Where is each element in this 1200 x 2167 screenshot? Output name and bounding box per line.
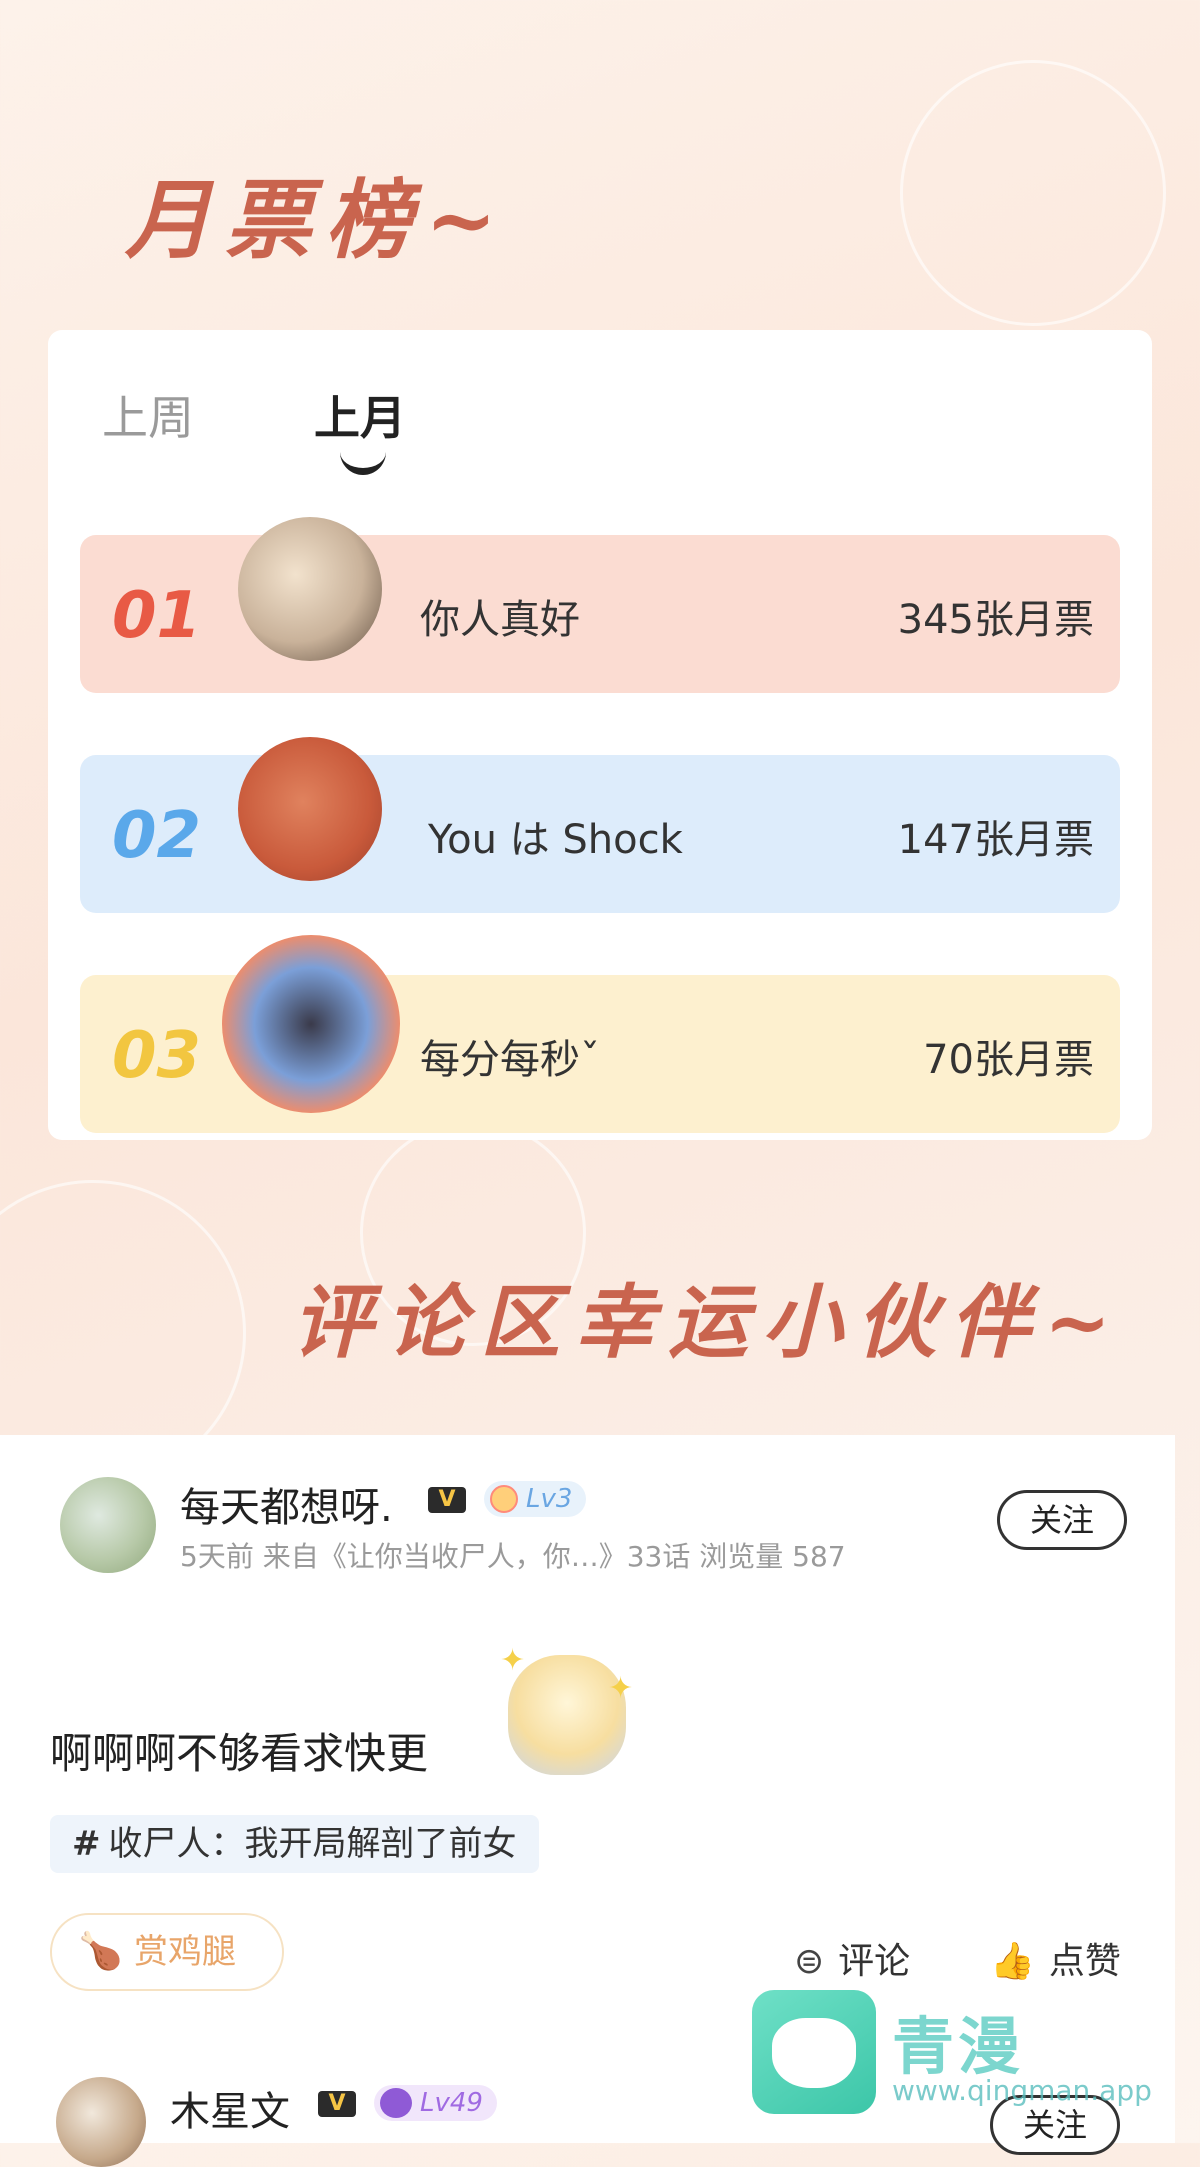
rank-number: 03 bbox=[112, 1019, 202, 1093]
level-badge: Lv3 bbox=[484, 1481, 587, 1517]
rank-vote-count: 147张月票 bbox=[897, 817, 1094, 863]
active-tab-indicator bbox=[340, 448, 386, 475]
hashtag-icon: # bbox=[72, 1824, 101, 1864]
comment-button[interactable]: ⊜ 评论 bbox=[794, 1932, 910, 1984]
watermelon-icon bbox=[490, 1485, 518, 1513]
post-username[interactable]: 每天都想呀. bbox=[180, 1475, 393, 1533]
avatar[interactable] bbox=[222, 935, 400, 1113]
avatar[interactable] bbox=[60, 1477, 156, 1573]
watermark: 青漫 www.qingman.app bbox=[752, 1990, 1172, 2118]
ninja-icon bbox=[380, 2088, 412, 2118]
watermark-name: 青漫 bbox=[892, 2010, 1025, 2083]
watermark-url: www.qingman.app bbox=[892, 2074, 1152, 2107]
rank-vote-count: 345张月票 bbox=[897, 597, 1094, 643]
comment-label: 评论 bbox=[838, 1941, 911, 1982]
reward-button[interactable]: 🍗 赏鸡腿 bbox=[50, 1913, 284, 1991]
rank-vote-count: 70张月票 bbox=[923, 1037, 1094, 1083]
rank-username: 每分每秒ˇ bbox=[420, 1037, 600, 1083]
thumbs-up-icon: 👍 bbox=[990, 1941, 1035, 1982]
background-flower-decoration bbox=[900, 60, 1166, 326]
ranking-row[interactable]: 01 你人真好 345张月票 bbox=[80, 517, 1120, 693]
avatar[interactable] bbox=[238, 737, 382, 881]
avatar[interactable] bbox=[238, 517, 382, 661]
like-label: 点赞 bbox=[1048, 1941, 1121, 1982]
cat-logo-icon bbox=[752, 1990, 876, 2114]
like-button[interactable]: 👍 点赞 bbox=[990, 1932, 1121, 1984]
rank-number: 01 bbox=[112, 579, 202, 653]
drumstick-icon: 🍗 bbox=[78, 1931, 123, 1972]
rank-username: 你人真好 bbox=[420, 597, 580, 643]
monthly-ticket-title: 月票榜~ bbox=[125, 170, 512, 271]
reward-label: 赏鸡腿 bbox=[134, 1932, 236, 1972]
tab-last-week[interactable]: 上周 bbox=[102, 382, 194, 448]
sparkle-icon: ✦ bbox=[500, 1643, 526, 1678]
level-label: Lv49 bbox=[420, 2088, 483, 2118]
tab-last-month[interactable]: 上月 bbox=[314, 382, 406, 448]
verified-badge: V bbox=[428, 1487, 466, 1513]
rank-number: 02 bbox=[112, 799, 202, 873]
ranking-card: 上周 上月 01 你人真好 345张月票 02 You は Shock 147张… bbox=[48, 330, 1152, 1140]
topic-tag[interactable]: # 收尸人：我开局解剖了前女 bbox=[50, 1815, 539, 1873]
ranking-row[interactable]: 03 每分每秒ˇ 70张月票 bbox=[80, 935, 1120, 1133]
topic-label: 收尸人：我开局解剖了前女 bbox=[108, 1824, 517, 1864]
post-username[interactable]: 木星文 bbox=[170, 2079, 290, 2137]
post-body: 啊啊啊不够看求快更 bbox=[50, 1729, 429, 1778]
follow-button[interactable]: 关注 bbox=[997, 1490, 1127, 1550]
sparkle-icon: ✦ bbox=[608, 1671, 634, 1706]
avatar[interactable] bbox=[56, 2077, 146, 2167]
rank-username: You は Shock bbox=[428, 817, 683, 863]
level-label: Lv3 bbox=[526, 1484, 573, 1514]
verified-badge: V bbox=[318, 2091, 356, 2117]
post-meta: 5天前 来自《让你当收尸人，你…》33话 浏览量 587 bbox=[180, 1540, 846, 1573]
ranking-row[interactable]: 02 You は Shock 147张月票 bbox=[80, 737, 1120, 913]
level-badge: Lv49 bbox=[374, 2085, 497, 2121]
lucky-commenters-title: 评论区幸运小伙伴~ bbox=[292, 1275, 1126, 1369]
comment-icon: ⊜ bbox=[794, 1941, 825, 1982]
